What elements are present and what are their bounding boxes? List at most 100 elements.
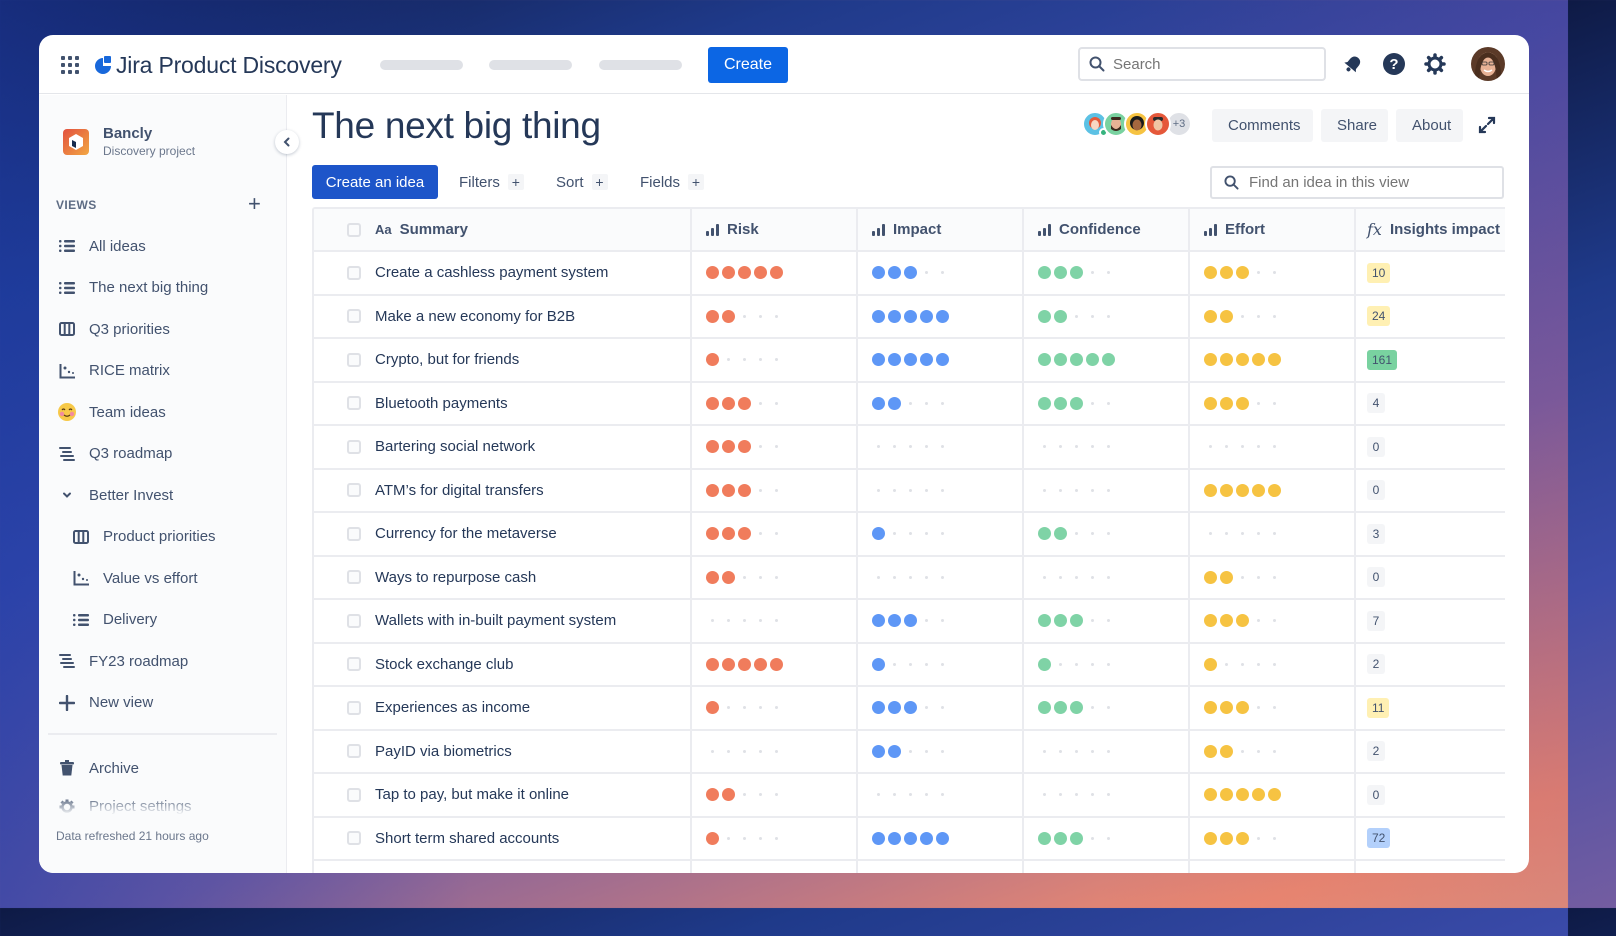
summary-cell[interactable]: Create a cashless payment system [314,252,692,294]
project-header[interactable]: Bancly Discovery project [63,125,195,158]
impact-rating-cell[interactable] [858,252,1024,294]
confidence-rating-cell[interactable] [1024,426,1190,468]
column-header-summary[interactable]: Aa Summary [314,209,692,250]
column-header-effort[interactable]: Effort [1190,209,1356,250]
summary-cell[interactable]: PayID via biometrics [314,730,692,772]
row-checkbox[interactable] [347,396,361,411]
effort-rating-cell[interactable] [1190,687,1356,729]
confidence-rating-cell[interactable] [1024,382,1190,424]
impact-rating-cell[interactable] [858,469,1024,511]
idea-summary[interactable]: Bartering social network [375,438,535,455]
effort-rating-cell[interactable] [1190,295,1356,337]
impact-rating-cell[interactable] [858,600,1024,642]
select-all-checkbox[interactable] [347,222,361,237]
sidebar-item-better-invest[interactable]: Better Invest [57,480,173,510]
confidence-rating-cell[interactable] [1024,730,1190,772]
fields-button[interactable]: Fields + [640,165,705,199]
sidebar-item-rice-matrix[interactable]: RICE matrix [57,356,170,386]
confidence-rating-cell[interactable] [1024,687,1190,729]
row-checkbox[interactable] [347,352,361,367]
idea-summary[interactable]: Stock exchange club [375,656,513,673]
table-row[interactable] [314,861,1505,873]
idea-summary[interactable]: Bluetooth payments [375,395,508,412]
summary-cell[interactable]: Currency for the metaverse [314,513,692,555]
table-row[interactable]: Short term shared accounts 72 [314,817,1505,861]
help-icon[interactable]: ? [1381,51,1407,77]
confidence-rating-cell[interactable] [1024,339,1190,381]
table-row[interactable]: Bluetooth payments 4 [314,382,1505,426]
impact-rating-cell[interactable] [858,643,1024,685]
confidence-rating-cell[interactable] [1024,774,1190,816]
search-input[interactable] [1113,55,1303,73]
filters-button[interactable]: Filters + [459,165,524,199]
sidebar-item-new-view[interactable]: New view [57,688,153,718]
row-checkbox[interactable] [347,309,361,324]
table-row[interactable]: Make a new economy for B2B 24 [314,295,1505,339]
confidence-rating-cell[interactable] [1024,295,1190,337]
idea-summary[interactable]: Tap to pay, but make it online [375,786,569,803]
confidence-rating-cell[interactable] [1024,556,1190,598]
table-row[interactable]: PayID via biometrics 2 [314,730,1505,774]
impact-rating-cell[interactable] [858,382,1024,424]
table-row[interactable]: Experiences as income 11 [314,687,1505,731]
idea-summary[interactable]: Crypto, but for friends [375,351,519,368]
risk-rating-cell[interactable] [692,817,858,859]
sidebar-item-value-vs-effort[interactable]: Value vs effort [71,563,198,593]
confidence-rating-cell[interactable] [1024,513,1190,555]
sidebar-item-product-priorities[interactable]: Product priorities [71,522,216,552]
row-checkbox[interactable] [347,657,361,672]
notification-bell-icon[interactable] [1340,51,1366,77]
risk-rating-cell[interactable] [692,687,858,729]
summary-cell[interactable]: Bluetooth payments [314,382,692,424]
idea-summary[interactable]: Wallets with in-built payment system [375,612,616,629]
sidebar-item-the-next-big-thing[interactable]: The next big thing [57,273,208,303]
impact-rating-cell[interactable] [858,730,1024,772]
idea-summary[interactable]: Currency for the metaverse [375,525,557,542]
app-switcher-icon[interactable] [61,56,79,74]
risk-rating-cell[interactable] [692,469,858,511]
row-checkbox[interactable] [347,526,361,541]
column-header-insights-impact[interactable]: fx Insights impact [1356,209,1503,250]
column-header-confidence[interactable]: Confidence [1024,209,1190,250]
table-row[interactable]: Currency for the metaverse 3 [314,513,1505,557]
idea-summary[interactable]: Ways to repurpose cash [375,569,536,586]
row-checkbox[interactable] [347,831,361,846]
risk-rating-cell[interactable] [692,382,858,424]
effort-rating-cell[interactable] [1190,730,1356,772]
table-row[interactable]: Bartering social network 0 [314,426,1505,470]
effort-rating-cell[interactable] [1190,643,1356,685]
idea-summary[interactable]: PayID via biometrics [375,743,512,760]
row-checkbox[interactable] [347,700,361,715]
row-checkbox[interactable] [347,787,361,802]
about-button[interactable]: About [1396,109,1463,142]
table-row[interactable]: Create a cashless payment system 10 [314,252,1505,296]
collaborators[interactable]: +3 [1082,111,1192,137]
sidebar-item-q3-priorities[interactable]: Q3 priorities [57,314,170,344]
effort-rating-cell[interactable] [1190,252,1356,294]
sort-button[interactable]: Sort + [556,165,608,199]
row-checkbox[interactable] [347,483,361,498]
search-box[interactable] [1078,47,1326,81]
summary-cell[interactable]: Wallets with in-built payment system [314,600,692,642]
impact-rating-cell[interactable] [858,817,1024,859]
summary-cell[interactable]: Experiences as income [314,687,692,729]
risk-rating-cell[interactable] [692,513,858,555]
summary-cell[interactable]: Make a new economy for B2B [314,295,692,337]
effort-rating-cell[interactable] [1190,556,1356,598]
idea-summary[interactable]: ATM’s for digital transfers [375,482,544,499]
risk-rating-cell[interactable] [692,426,858,468]
find-idea-input[interactable] [1249,174,1489,191]
table-row[interactable]: Crypto, but for friends 161 [314,339,1505,383]
collapse-sidebar-button[interactable] [275,130,299,154]
sidebar-item-all-ideas[interactable]: All ideas [57,231,146,261]
create-button[interactable]: Create [708,47,788,83]
sidebar-item-delivery[interactable]: Delivery [71,605,157,635]
effort-rating-cell[interactable] [1190,600,1356,642]
sidebar-item-fy23-roadmap[interactable]: FY23 roadmap [57,646,188,676]
comments-button[interactable]: Comments [1212,109,1313,142]
effort-rating-cell[interactable] [1190,817,1356,859]
table-row[interactable]: ATM’s for digital transfers 0 [314,469,1505,513]
create-idea-button[interactable]: Create an idea [312,165,438,199]
impact-rating-cell[interactable] [858,426,1024,468]
effort-rating-cell[interactable] [1190,513,1356,555]
